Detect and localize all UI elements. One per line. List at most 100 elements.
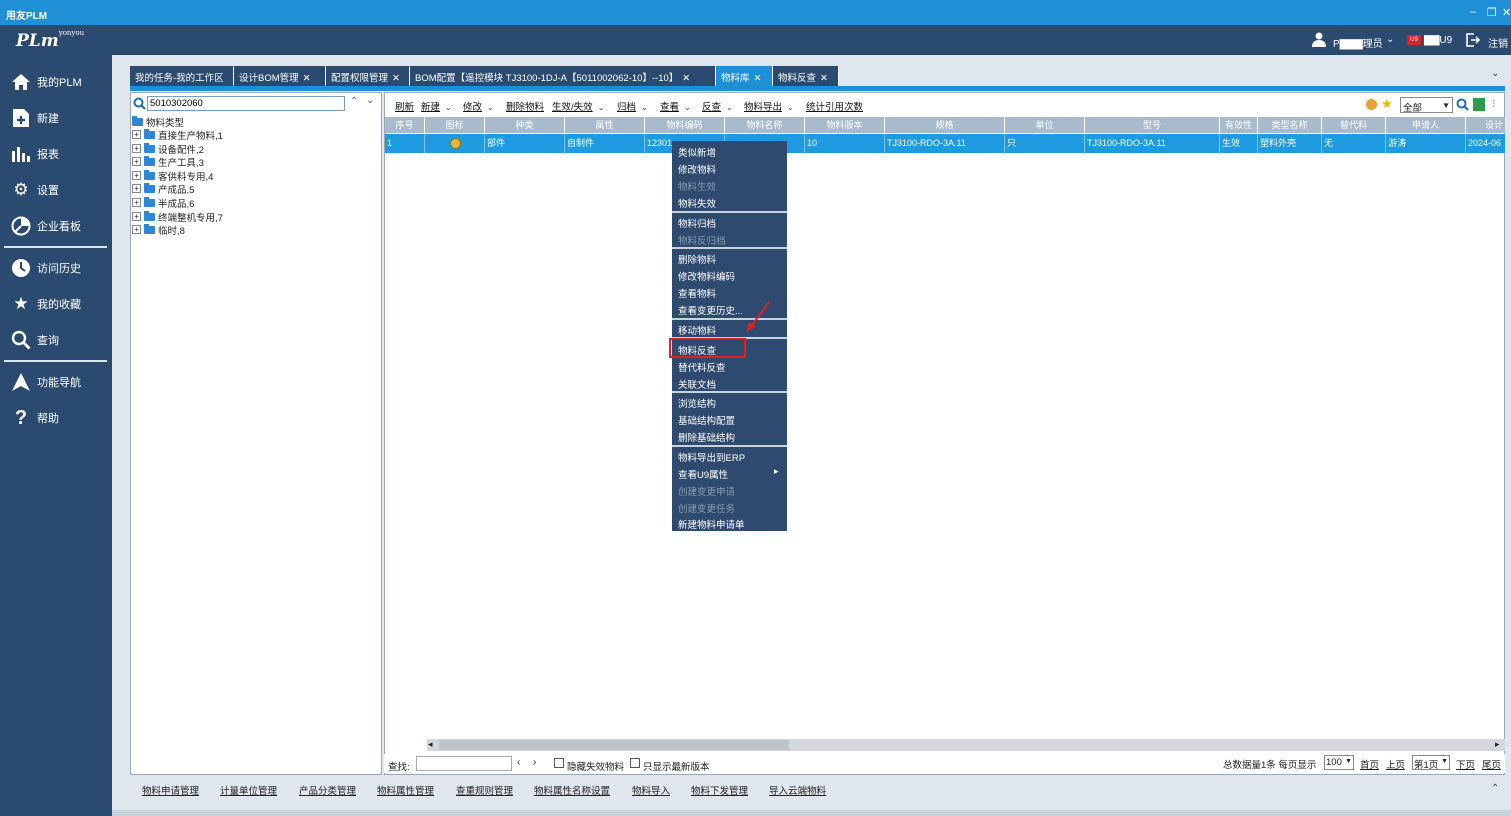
horizontal-scrollbar[interactable]: ◂ ▸ <box>427 739 1505 751</box>
tree-node[interactable]: + 生产工具,3 <box>132 155 204 169</box>
expand-icon[interactable]: + <box>132 184 141 193</box>
page-select[interactable]: 第1页 ▼ <box>1412 755 1450 771</box>
expand-icon[interactable]: + <box>132 157 141 166</box>
more-icon[interactable]: ⁝ <box>1492 97 1496 110</box>
menu-item-export-erp[interactable]: 物料导出到ERP <box>678 450 745 464</box>
expand-icon[interactable]: + <box>132 130 141 139</box>
search-next-icon[interactable]: ⌄ <box>366 95 374 106</box>
menu-item-substitute-reverse[interactable]: 替代料反查 <box>678 360 726 374</box>
tab-material-reverse[interactable]: 物料反查 ✕ <box>773 66 839 86</box>
last-page-link[interactable]: 尾页 <box>1482 757 1501 771</box>
menu-item-move-material[interactable]: 移动物料 <box>678 323 716 337</box>
close-tab-icon[interactable]: ✕ <box>682 73 690 84</box>
column-header[interactable]: 型号 <box>1085 117 1220 133</box>
view-button[interactable]: 查看 ⌄ <box>660 99 691 113</box>
collapse-up-icon[interactable]: ⌃ <box>1491 783 1499 794</box>
logout-icon[interactable] <box>1466 33 1480 47</box>
palette-icon[interactable] <box>1366 99 1377 110</box>
link-dedup-rules[interactable]: 查重规则管理 <box>456 783 513 797</box>
expand-icon[interactable]: + <box>132 225 141 234</box>
menu-item-modify-code[interactable]: 修改物料编码 <box>678 269 735 283</box>
sidebar-item-navigation[interactable]: 功能导航 <box>0 368 112 396</box>
table-row[interactable]: 1 部件 自制件 12301 10 TJ3100-RDO-3A.11 只 TJ3… <box>385 134 1505 153</box>
column-header[interactable]: 种类 <box>485 117 565 133</box>
u9-account[interactable]: ▇▇U9 <box>1424 35 1452 46</box>
sidebar-item-new[interactable]: 新建 <box>0 104 112 132</box>
sidebar-item-help[interactable]: ? 帮助 <box>0 404 112 432</box>
excel-export-icon[interactable] <box>1473 98 1485 111</box>
column-header[interactable]: 属性 <box>565 117 645 133</box>
close-tab-icon[interactable]: ✕ <box>392 73 400 84</box>
link-material-request[interactable]: 物料申请管理 <box>142 783 199 797</box>
sidebar-item-favorites[interactable]: ★ 我的收藏 <box>0 290 112 318</box>
close-tab-icon[interactable]: ✕ <box>303 73 311 84</box>
menu-item-related-docs[interactable]: 关联文档 <box>678 377 716 391</box>
menu-item-material-invalid[interactable]: 物料失效 <box>678 196 716 210</box>
column-header[interactable]: 申请人 <box>1386 117 1466 133</box>
menu-item-delete-base-structure[interactable]: 删除基础结构 <box>678 430 735 444</box>
menu-item-new-material-request[interactable]: 新建物料申请单 <box>678 517 745 531</box>
tree-root[interactable]: 物料类型 <box>132 115 184 129</box>
menu-item-view-u9-attrs[interactable]: 查看U9属性 <box>678 467 728 481</box>
close-tab-icon[interactable]: ✕ <box>754 73 762 84</box>
restore-button[interactable]: ❐ <box>1487 6 1497 19</box>
column-header[interactable]: 物料名称 <box>725 117 805 133</box>
expand-icon[interactable]: + <box>132 212 141 221</box>
column-header[interactable]: 序号 <box>385 117 425 133</box>
scrollbar-thumb[interactable] <box>439 740 789 750</box>
link-product-category[interactable]: 产品分类管理 <box>299 783 356 797</box>
scope-select[interactable]: 全部 ▼ <box>1400 97 1453 114</box>
sidebar-item-history[interactable]: 访问历史 <box>0 254 112 282</box>
tab-material-library[interactable]: 物料库 ✕ <box>716 66 773 86</box>
close-tab-icon[interactable]: ✕ <box>820 73 828 84</box>
chevron-down-icon[interactable]: ⌄ <box>1386 34 1394 45</box>
scroll-left-icon[interactable]: ◂ <box>428 739 433 750</box>
tab-permission[interactable]: 配置权限管理 ✕ <box>326 66 410 86</box>
menu-item-archive[interactable]: 物料归档 <box>678 216 716 230</box>
user-name[interactable]: P▇▇▇理员 <box>1333 35 1383 50</box>
menu-item-modify-material[interactable]: 修改物料 <box>678 162 716 176</box>
column-header[interactable]: 图标 <box>425 117 485 133</box>
menu-item-delete-material[interactable]: 删除物料 <box>678 252 716 266</box>
sidebar-item-my-plm[interactable]: 我的PLM <box>0 68 112 96</box>
find-next-icon[interactable]: › <box>533 757 536 768</box>
link-material-attributes[interactable]: 物料属性管理 <box>377 783 434 797</box>
search-prev-icon[interactable]: ⌃ <box>350 96 358 107</box>
link-material-dispatch[interactable]: 物料下发管理 <box>691 783 748 797</box>
column-header[interactable]: 设计 <box>1466 117 1505 133</box>
hide-invalid-checkbox[interactable] <box>554 758 564 768</box>
column-header[interactable]: 单位 <box>1005 117 1085 133</box>
tab-my-tasks[interactable]: 我的任务-我的工作区 <box>130 66 234 86</box>
column-header[interactable]: 替代料 <box>1322 117 1386 133</box>
tree-node[interactable]: + 终端整机专用,7 <box>132 210 223 224</box>
expand-icon[interactable]: + <box>132 144 141 153</box>
prev-page-link[interactable]: 上页 <box>1386 757 1405 771</box>
link-material-import[interactable]: 物料导入 <box>632 783 670 797</box>
tree-search-input[interactable] <box>147 96 345 111</box>
effect-toggle-button[interactable]: 生效/失效 ⌄ <box>552 99 604 113</box>
latest-only-checkbox[interactable] <box>630 758 640 768</box>
link-attribute-names[interactable]: 物料属性名称设置 <box>534 783 610 797</box>
minimize-button[interactable]: – <box>1470 6 1476 18</box>
column-header[interactable]: 物料编码 <box>645 117 725 133</box>
count-reference-button[interactable]: 统计引用次数 <box>806 99 863 113</box>
tree-node[interactable]: + 设备配件,2 <box>132 142 204 156</box>
logout-link[interactable]: 注销 <box>1488 35 1508 50</box>
column-header[interactable]: 物料版本 <box>805 117 885 133</box>
first-page-link[interactable]: 首页 <box>1360 757 1379 771</box>
find-prev-icon[interactable]: ‹ <box>517 757 520 768</box>
tab-bom-config[interactable]: BOM配置【遥控模块 TJ3100-1DJ-A【5011002062-10】--… <box>410 66 716 86</box>
delete-material-button[interactable]: 删除物料 <box>506 99 544 113</box>
link-unit-management[interactable]: 计量单位管理 <box>220 783 277 797</box>
modify-button[interactable]: 修改 ⌄ <box>463 99 494 113</box>
archive-button[interactable]: 归档 ⌄ <box>617 99 648 113</box>
tree-node[interactable]: + 直接生产物料,1 <box>132 128 223 142</box>
export-button[interactable]: 物料导出 ⌄ <box>744 99 794 113</box>
next-page-link[interactable]: 下页 <box>1456 757 1475 771</box>
page-size-select[interactable]: 100 ▼ <box>1324 755 1354 770</box>
sidebar-item-dashboard[interactable]: 企业看板 <box>0 212 112 240</box>
menu-item-browse-structure[interactable]: 浏览结构 <box>678 396 716 410</box>
menu-item-similar-new[interactable]: 类似新增 <box>678 145 716 159</box>
menu-item-base-structure-config[interactable]: 基础结构配置 <box>678 413 735 427</box>
star-icon[interactable]: ★ <box>1381 96 1393 112</box>
